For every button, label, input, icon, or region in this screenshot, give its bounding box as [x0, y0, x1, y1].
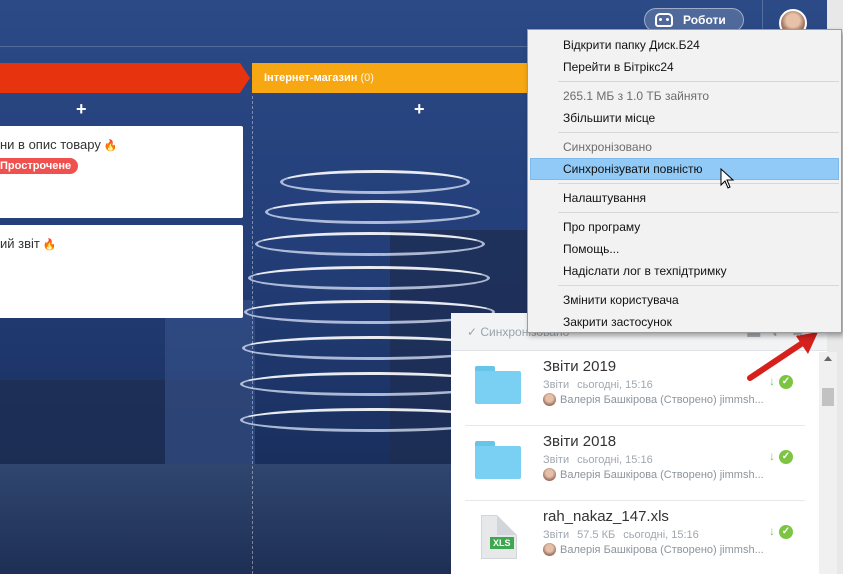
disk-item[interactable]: XLS rah_nakaz_147.xls Звіти 57.5 КБ сьогод… — [465, 501, 805, 574]
task-card[interactable]: ий звіт 🔥 — [0, 225, 243, 318]
synced-status-icon: ↓ ✓ — [769, 524, 797, 540]
folder-icon — [475, 366, 521, 404]
column-divider — [252, 96, 253, 574]
mouse-cursor-icon — [720, 168, 735, 189]
item-user: Валерія Башкірова (Створено) jimmsh... — [543, 393, 781, 406]
menu-item-send-log[interactable]: Надіслати лог в техпідтримку — [530, 260, 839, 282]
menu-item-storage-usage: 265.1 МБ з 1.0 ТБ зайнято — [563, 89, 709, 103]
robot-icon — [655, 13, 673, 27]
column-title: Інтернет-магазин — [264, 72, 358, 84]
item-user: Валерія Башкірова (Створено) jimmsh... — [543, 468, 781, 481]
item-user: Валерія Башкірова (Створено) jimmsh... — [543, 543, 781, 556]
task-title: ий звіт — [0, 236, 40, 251]
item-meta: Звіти сьогодні, 15:16 — [543, 379, 653, 391]
robots-button-label: Роботи — [683, 13, 726, 27]
menu-item-increase-space[interactable]: Збільшити місце — [530, 107, 839, 129]
fire-icon: 🔥 — [103, 140, 118, 152]
synced-status-icon: ↓ ✓ — [769, 449, 797, 465]
menu-item-change-user[interactable]: Змінити користувача — [530, 289, 839, 311]
avatar — [543, 543, 556, 556]
scroll-up-icon[interactable] — [824, 356, 832, 361]
download-arrow-icon: ↓ — [769, 449, 775, 463]
item-meta: Звіти 57.5 КБ сьогодні, 15:16 — [543, 529, 699, 541]
menu-separator — [558, 132, 839, 133]
add-task-button[interactable]: + — [414, 99, 425, 120]
column-count: (0) — [360, 72, 374, 84]
avatar — [543, 468, 556, 481]
red-annotation-arrow — [747, 332, 818, 381]
fire-icon: 🔥 — [42, 239, 57, 251]
scroll-thumb[interactable] — [822, 388, 834, 406]
context-menu: Відкрити папку Диск.Б24 Перейти в Бітрік… — [527, 29, 842, 333]
task-title: ни в опис товару — [0, 137, 101, 152]
menu-item-close-app[interactable]: Закрити застосунок — [530, 311, 839, 333]
overdue-badge: Прострочене — [0, 158, 79, 174]
folder-icon — [475, 441, 521, 479]
task-card[interactable]: ни в опис товару 🔥 Прострочене — [0, 126, 243, 218]
avatar — [543, 393, 556, 406]
xls-file-icon: XLS — [481, 515, 517, 559]
check-icon: ✓ — [779, 525, 793, 539]
menu-item-full-sync[interactable]: Синхронізувати повністю — [530, 158, 839, 180]
kanban-column-header-online-store[interactable]: Інтернет-магазин (0) — [252, 63, 542, 93]
kanban-column-header-red[interactable] — [0, 63, 250, 93]
menu-item-sync-status: Синхронізовано — [563, 140, 652, 154]
menu-separator — [558, 212, 839, 213]
menu-item-help[interactable]: Помощь... — [530, 238, 839, 260]
item-name[interactable]: Звіти 2018 — [543, 433, 616, 450]
menu-item-go-to-bitrix24[interactable]: Перейти в Бітрікс24 — [530, 56, 839, 78]
menu-separator — [558, 183, 839, 184]
item-name[interactable]: Звіти 2019 — [543, 358, 616, 375]
menu-item-open-folder[interactable]: Відкрити папку Диск.Б24 — [530, 34, 839, 56]
menu-item-settings[interactable]: Налаштування — [530, 187, 839, 209]
menu-separator — [558, 285, 839, 286]
check-icon: ✓ — [779, 450, 793, 464]
item-name[interactable]: rah_nakaz_147.xls — [543, 508, 669, 525]
disk-item[interactable]: Звіти 2018 Звіти сьогодні, 15:16 Валерія … — [465, 426, 805, 501]
item-meta: Звіти сьогодні, 15:16 — [543, 454, 653, 466]
add-task-button[interactable]: + — [76, 99, 87, 120]
menu-item-about[interactable]: Про програму — [530, 216, 839, 238]
download-arrow-icon: ↓ — [769, 524, 775, 538]
menu-separator — [558, 81, 839, 82]
